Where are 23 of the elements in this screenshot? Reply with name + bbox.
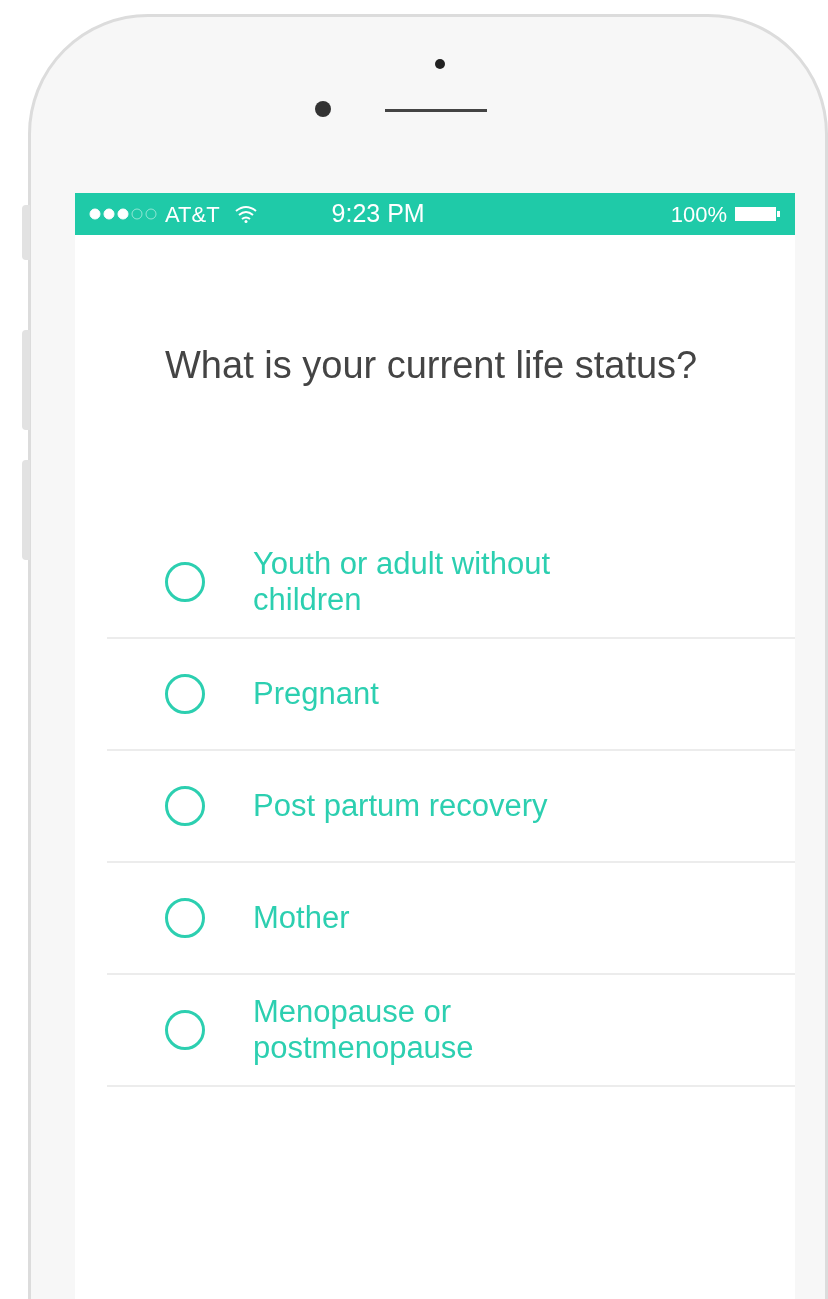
radio-button[interactable]: [165, 562, 205, 602]
radio-button[interactable]: [165, 898, 205, 938]
option-label: Menopause or postmenopause: [253, 994, 475, 1066]
carrier-name: AT&T: [165, 200, 220, 229]
radio-button[interactable]: [165, 1010, 205, 1050]
option-row[interactable]: Pregnant: [107, 639, 795, 751]
status-time: 9:23 PM: [331, 198, 425, 230]
wifi-icon: [233, 205, 258, 223]
option-row[interactable]: Youth or adult without children: [107, 527, 795, 639]
front-camera: [315, 101, 331, 117]
option-label: Post partum recovery: [253, 788, 549, 824]
option-label: Pregnant: [253, 676, 380, 712]
option-row[interactable]: Post partum recovery: [107, 751, 795, 863]
question-text: What is your current life status?: [165, 343, 699, 387]
radio-button[interactable]: [165, 786, 205, 826]
battery-percent: 100%: [670, 200, 727, 229]
radio-button[interactable]: [165, 674, 205, 714]
option-label: Mother: [253, 900, 351, 936]
signal-strength-icon: [89, 208, 159, 220]
option-label: Youth or adult without children: [253, 546, 551, 618]
option-row[interactable]: Menopause or postmenopause: [107, 975, 795, 1087]
battery-icon: [735, 206, 781, 222]
option-row[interactable]: Mother: [107, 863, 795, 975]
